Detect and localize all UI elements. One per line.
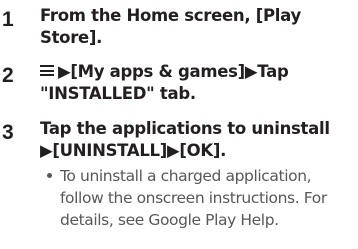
step-text-line: ▶[UNINSTALL]▶[OK]. xyxy=(40,141,227,160)
step-number: 3 xyxy=(2,121,14,144)
note-line: details, see Google Play Help. xyxy=(60,211,279,229)
step-number: 1 xyxy=(2,8,14,31)
menu-icon xyxy=(40,65,54,76)
step-text-line: ▶[My apps & games]▶Tap xyxy=(58,62,289,81)
step-text-line: "INSTALLED" tab. xyxy=(40,84,196,103)
step-text: From the Home screen, [Play Store]. xyxy=(40,5,358,49)
step-text: Tap the applications to uninstall ▶[UNIN… xyxy=(40,118,358,162)
step-text: ▶[My apps & games]▶Tap "INSTALLED" tab. xyxy=(40,61,358,105)
step-3-note: To uninstall a charged application, foll… xyxy=(47,165,358,231)
step-text-line: Store]. xyxy=(40,28,103,47)
step-number: 2 xyxy=(2,64,14,87)
step-text-line: From the Home screen, [Play xyxy=(40,6,301,25)
step-text-line: Tap the applications to uninstall xyxy=(40,119,330,138)
note-line: To uninstall a charged application, xyxy=(60,167,312,185)
note-line: follow the onscreen instructions. For xyxy=(60,189,327,207)
bullet-icon xyxy=(47,173,52,178)
